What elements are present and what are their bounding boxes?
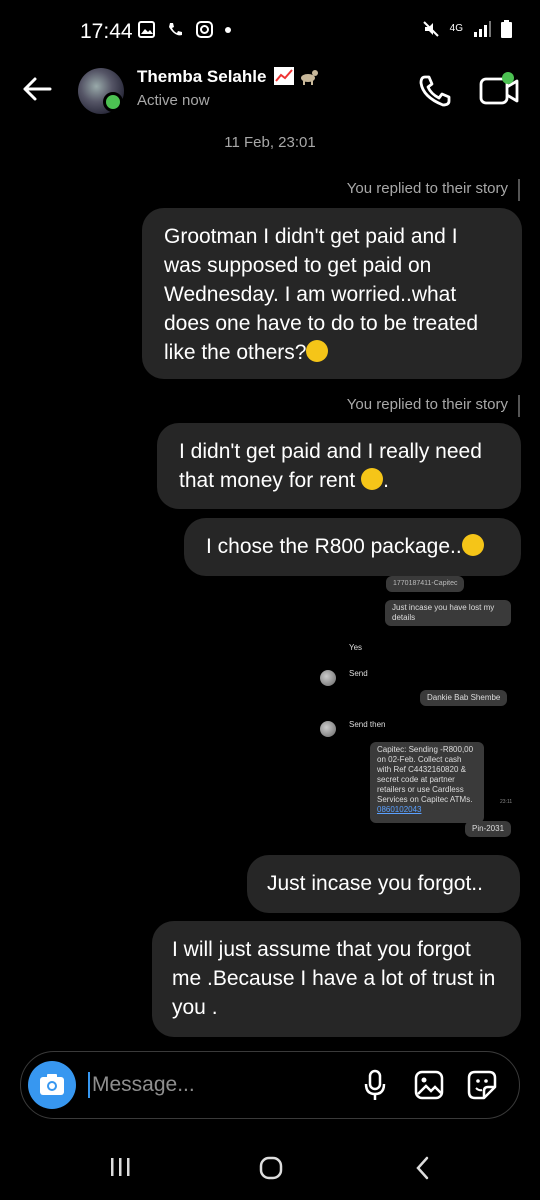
shot-avatar [320,721,336,737]
message-text: I chose the R800 package.. [206,535,462,558]
story-reply-bar [518,395,520,417]
pensive-emoji-icon [461,534,484,557]
mute-icon [422,21,439,37]
status-time: 17:44 [80,20,133,43]
nav-back-icon[interactable] [412,1155,434,1181]
story-reply-note: You replied to their story [346,396,508,413]
gallery-icon[interactable] [413,1069,445,1101]
contact-name[interactable]: Themba Selahle [137,67,319,87]
message-text: I will just assume that you forgot me .B… [172,938,496,1019]
goat-emoji-icon [300,70,318,85]
message-bubble[interactable]: Just incase you forgot.. [247,855,520,913]
shot-sms-text: Capitec: Sending -R800,00 on 02-Feb. Col… [377,745,474,804]
shot-message: Send then [349,720,386,729]
story-reply-bar [518,179,520,201]
microphone-icon[interactable] [362,1069,388,1103]
signal-icon [474,21,491,37]
crying-emoji-icon [361,468,384,491]
shot-message: Send [349,669,368,678]
video-online-dot [502,72,514,84]
shot-message: Yes [349,643,363,652]
status-bar: 17:44 4G [0,0,540,66]
shot-message: Just incase you have lost my details [385,600,511,626]
sticker-icon[interactable] [466,1069,498,1101]
phone-call-icon[interactable] [415,71,455,111]
thread-date: 11 Feb, 23:01 [224,134,316,151]
network-type: 4G [449,23,463,34]
message-text: Just incase you forgot.. [267,872,483,895]
phone-status-icon [169,23,182,36]
shot-top-text: 1770187411-Capitec [386,576,465,592]
message-text: I didn't get paid and I really need that… [179,440,482,492]
shot-avatar [320,670,336,686]
shot-sms-link: 0860102043 [377,805,422,814]
chart-emoji-icon [274,67,295,85]
notification-dot [225,26,231,33]
message-bubble[interactable]: I chose the R800 package.. [184,518,521,576]
message-bubble[interactable]: Grootman I didn't get paid and I was sup… [142,208,522,379]
message-input[interactable] [88,1072,344,1098]
story-reply-note: You replied to their story [346,180,508,197]
status-right-icons: 4G [422,20,512,38]
active-status: Active now [137,92,210,109]
contact-name-text: Themba Selahle [137,67,267,86]
shot-message: Dankie Bab Shembe [420,690,508,706]
battery-icon [501,20,512,38]
camera-button[interactable] [28,1061,76,1109]
shot-time: 23:11 [500,799,513,805]
instagram-status-icon [196,21,213,38]
message-bubble[interactable]: I didn't get paid and I really need that… [157,423,521,509]
camera-icon [40,1074,64,1095]
shot-sms-bubble: Capitec: Sending -R800,00 on 02-Feb. Col… [370,742,484,823]
gallery-icon [138,21,155,38]
home-icon[interactable] [258,1155,284,1181]
online-indicator [103,92,123,112]
back-arrow-icon[interactable] [20,72,54,106]
video-call-icon[interactable] [477,70,521,110]
status-left-icons [138,21,231,38]
recent-apps-icon[interactable] [108,1156,132,1178]
shot-message: Pin-2031 [465,821,512,837]
shared-screenshot[interactable]: 1770187411-Capitec Just incase you have … [300,576,525,848]
system-nav-bar [0,1130,540,1200]
pensive-emoji-icon [306,340,329,363]
message-bubble[interactable]: I will just assume that you forgot me .B… [152,921,521,1037]
